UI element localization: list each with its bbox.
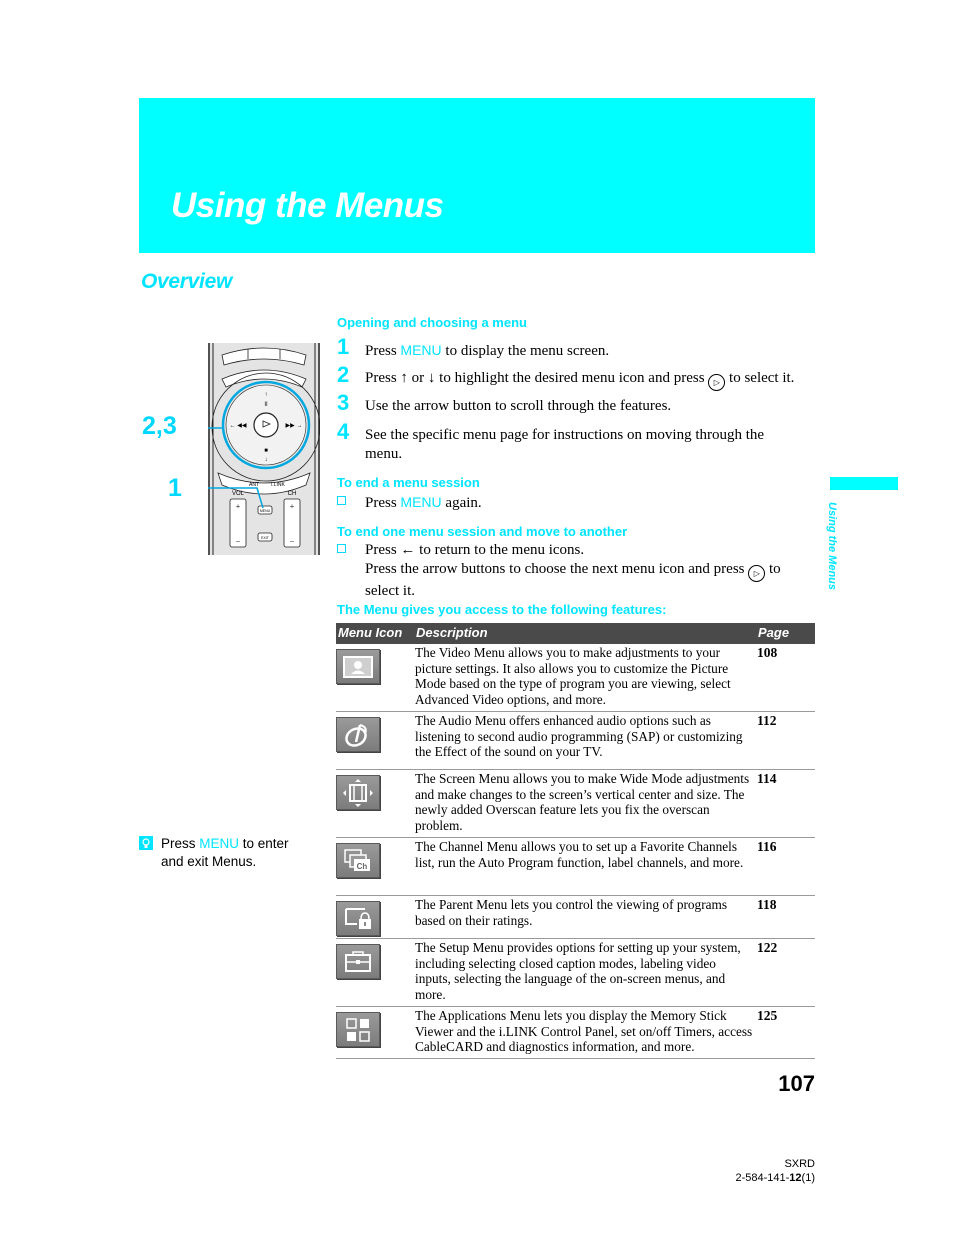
svg-text:Ch: Ch: [357, 862, 368, 871]
chapter-title: Using the Menus: [171, 186, 444, 225]
setup-menu-icon: [336, 944, 380, 979]
move-session-heading: To end one menu session and move to anot…: [337, 524, 628, 539]
screen-menu-icon: [336, 775, 380, 810]
svg-text:VOL: VOL: [232, 491, 245, 497]
svg-text:■: ■: [264, 448, 268, 454]
menu-key: MENU: [199, 836, 240, 851]
column-header-description: Description: [416, 625, 488, 640]
checkbox-bullet-icon: [337, 544, 346, 553]
svg-text:II: II: [264, 402, 268, 408]
svg-text:EXIT: EXIT: [261, 536, 270, 540]
svg-text:↑: ↑: [265, 392, 268, 398]
table-row: The Applications Menu lets you display t…: [336, 1007, 815, 1059]
callout-step-1: 1: [168, 474, 182, 502]
table-row: The Setup Menu provides options for sett…: [336, 939, 815, 1007]
table-row: The Parent Menu lets you control the vie…: [336, 896, 815, 939]
step-number: 2: [337, 362, 350, 387]
side-tab-marker: [830, 477, 898, 490]
features-table: Menu Icon Description Page The Video Men…: [336, 623, 815, 1059]
select-button-icon: ▷: [748, 565, 766, 582]
svg-text:i.LINK: i.LINK: [271, 482, 285, 488]
document-code: 2-584-141-12(1): [735, 1172, 815, 1184]
page-ref: 118: [757, 897, 777, 912]
step-number: 4: [337, 419, 350, 444]
opening-heading: Opening and choosing a menu: [337, 315, 527, 330]
applications-menu-icon: [336, 1012, 380, 1047]
side-tab-label: Using the Menus: [826, 502, 838, 591]
page-ref: 122: [757, 940, 778, 955]
model-name: SXRD: [784, 1158, 815, 1170]
section-title: Overview: [141, 270, 232, 293]
select-button-icon: ▷: [708, 374, 726, 391]
column-header-page: Page: [758, 625, 790, 640]
features-heading: The Menu gives you access to the followi…: [337, 602, 667, 617]
table-header: Menu Icon Description Page: [336, 623, 815, 644]
chapter-banner: Using the Menus: [139, 98, 815, 253]
step-number: 3: [337, 390, 350, 415]
lightbulb-icon: [139, 836, 153, 850]
page-ref: 112: [757, 713, 777, 728]
svg-text:← ◀◀: ← ◀◀: [230, 423, 247, 429]
svg-text:+: +: [290, 502, 295, 511]
footer: SXRD 2-584-141-12(1): [735, 1157, 815, 1185]
menu-key: MENU: [400, 494, 442, 510]
page-number: 107: [778, 1071, 815, 1096]
remote-control-illustration: ↑ II ■ ↓ ← ◀◀ ▶▶ → VOL CH + + – – MENU E…: [208, 343, 320, 555]
svg-text:↓: ↓: [265, 457, 268, 463]
video-menu-icon: [336, 649, 380, 684]
svg-text:▶▶ →: ▶▶ →: [286, 423, 303, 429]
menu-key: MENU: [400, 342, 442, 358]
table-row: The Video Menu allows you to make adjust…: [336, 644, 815, 712]
page-ref: 114: [757, 771, 777, 786]
callout-steps-2-3: 2,3: [142, 412, 177, 440]
svg-text:CH: CH: [288, 491, 297, 497]
table-row: The Screen Menu allows you to make Wide …: [336, 770, 815, 838]
svg-text:+: +: [236, 502, 241, 511]
end-session-heading: To end a menu session: [337, 475, 480, 490]
audio-menu-icon: [336, 717, 380, 752]
step-number: 1: [337, 334, 350, 359]
checkbox-bullet-icon: [337, 496, 346, 505]
page-ref: 108: [757, 645, 778, 660]
parent-menu-icon: [336, 901, 380, 936]
svg-text:MENU: MENU: [260, 509, 271, 513]
table-row: The Audio Menu offers enhanced audio opt…: [336, 712, 815, 770]
svg-text:ANT: ANT: [249, 482, 259, 488]
page-ref: 125: [757, 1008, 778, 1023]
table-row: Ch The Channel Menu allows you to set up…: [336, 838, 815, 896]
channel-menu-icon: Ch: [336, 843, 380, 878]
column-header-icon: Menu Icon: [338, 625, 403, 640]
page-ref: 116: [757, 839, 777, 854]
